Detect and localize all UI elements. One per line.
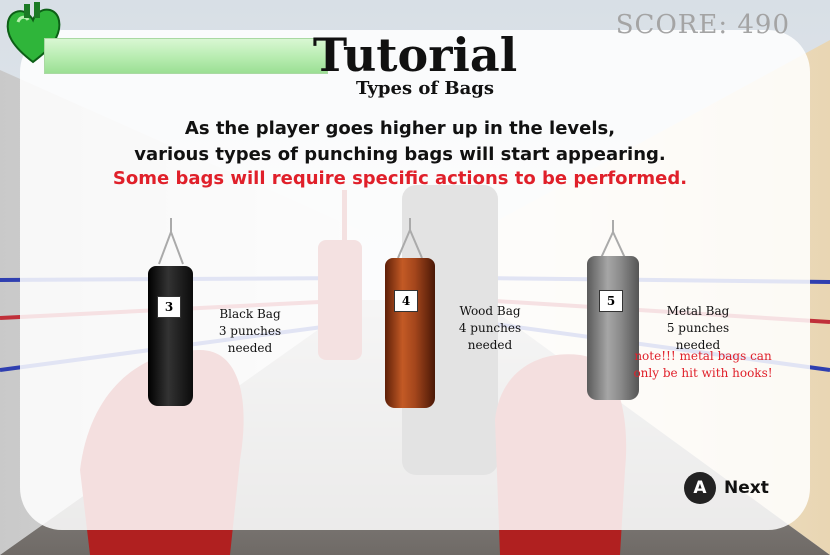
wood-bag-name: Wood Bag	[459, 304, 521, 318]
a-button-icon: A	[684, 472, 716, 504]
black-bag-name: Black Bag	[219, 307, 281, 321]
bag-chain	[157, 218, 184, 265]
description-line-1: As the player goes higher up in the leve…	[184, 118, 616, 139]
metal-bag-caption: Metal Bag 5 punches needed	[643, 303, 753, 354]
wood-bag-body	[385, 258, 435, 408]
description-warning: Some bags will require specific actions …	[112, 168, 688, 189]
black-bag-requirement: 3 punches needed	[218, 324, 282, 355]
wood-bag-caption: Wood Bag 4 punches needed	[435, 303, 545, 354]
bag-chain	[600, 220, 626, 259]
metal-bag-body	[587, 256, 639, 400]
tutorial-subtitle: Types of Bags	[356, 78, 494, 99]
bag-chain	[397, 218, 423, 259]
next-label: Next	[724, 478, 769, 498]
metal-bag-tag: 5	[599, 290, 623, 312]
black-bag-tag: 3	[157, 296, 181, 318]
metal-bag-note-line-2: only be hit with hooks!	[633, 366, 773, 380]
tutorial-title: Tutorial	[312, 28, 518, 82]
black-bag-body	[148, 266, 193, 406]
metal-bag-name: Metal Bag	[666, 304, 730, 318]
metal-bag-note: note!!! metal bags can only be hit with …	[633, 348, 773, 382]
next-button[interactable]: A Next	[684, 472, 769, 504]
wood-bag-tag: 4	[394, 290, 418, 312]
black-bag-caption: Black Bag 3 punches needed	[195, 306, 305, 357]
wood-bag: 4	[380, 218, 440, 410]
description-line-2: various types of punching bags will star…	[134, 144, 666, 165]
black-bag: 3	[143, 218, 198, 410]
wood-bag-requirement: 4 punches needed	[458, 321, 522, 352]
metal-bag-note-line-1: note!!! metal bags can	[634, 349, 772, 363]
